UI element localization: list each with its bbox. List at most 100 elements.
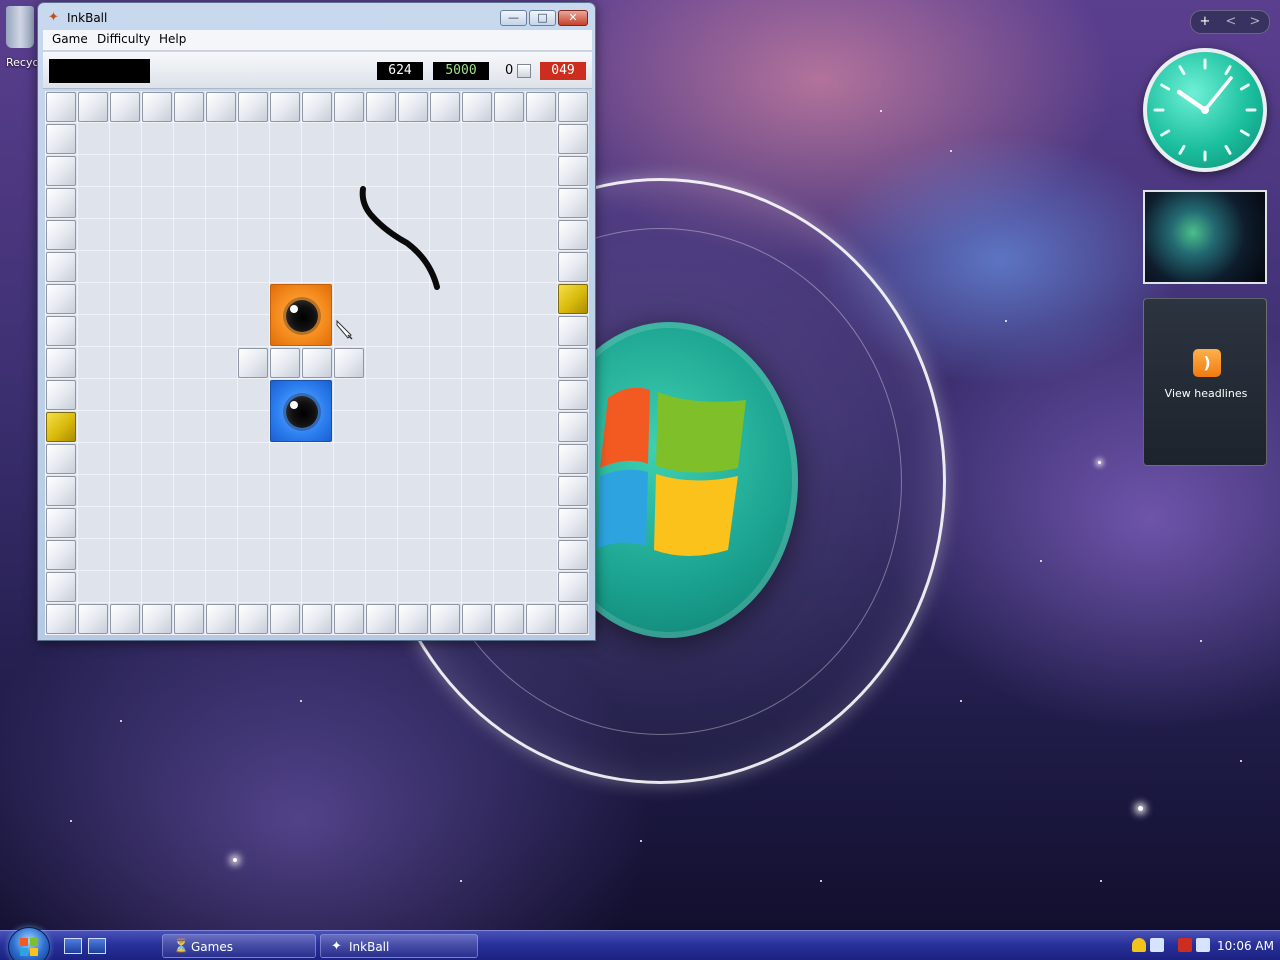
wall-tile bbox=[46, 252, 76, 282]
slideshow-gadget[interactable] bbox=[1143, 190, 1267, 284]
wall-tile bbox=[46, 284, 76, 314]
clock-gadget[interactable] bbox=[1143, 48, 1267, 172]
ball-queue-icon bbox=[517, 64, 531, 78]
menu-game[interactable]: Game bbox=[52, 32, 88, 46]
wall-tile bbox=[174, 92, 204, 122]
maximize-button[interactable]: □ bbox=[529, 10, 556, 26]
taskbar-item-label: InkBall bbox=[349, 940, 390, 954]
wall-tile bbox=[334, 92, 364, 122]
feed-headlines-gadget[interactable]: ) View headlines bbox=[1143, 298, 1267, 466]
show-desktop-icon[interactable] bbox=[64, 938, 82, 954]
wall-tile bbox=[494, 604, 524, 634]
wall-tile bbox=[558, 252, 588, 282]
star bbox=[1005, 320, 1007, 322]
add-gadget-button[interactable]: + bbox=[1193, 13, 1217, 31]
balls-remaining: 0 bbox=[505, 63, 514, 78]
wall-tile bbox=[334, 604, 364, 634]
star bbox=[1200, 640, 1202, 642]
wall-tile bbox=[238, 348, 268, 378]
recycle-bin-icon[interactable]: Recycle Bin bbox=[0, 2, 69, 72]
wall-tile bbox=[46, 188, 76, 218]
sidebar-controls: + < > bbox=[1190, 10, 1270, 34]
game-board[interactable] bbox=[45, 91, 589, 635]
view-headlines-label[interactable]: View headlines bbox=[1144, 387, 1268, 400]
wall-tile bbox=[46, 540, 76, 570]
wall-tile bbox=[206, 604, 236, 634]
wall-tile bbox=[46, 220, 76, 250]
taskbar-item-inkball[interactable]: ✦ InkBall bbox=[320, 934, 478, 958]
previous-gadget-page-button[interactable]: < bbox=[1219, 13, 1243, 31]
star bbox=[70, 820, 72, 822]
taskbar-clock[interactable]: 10:06 AM bbox=[1217, 939, 1274, 953]
wall-tile bbox=[78, 92, 108, 122]
wall-tile bbox=[46, 444, 76, 474]
wall-tile bbox=[46, 380, 76, 410]
wall-tile bbox=[558, 572, 588, 602]
wall-tile bbox=[46, 124, 76, 154]
score-bar: 624 5000 0 049 bbox=[43, 52, 592, 89]
system-tray: 10:06 AM bbox=[1124, 931, 1280, 960]
wall-tile bbox=[270, 348, 300, 378]
wall-tile bbox=[270, 92, 300, 122]
star bbox=[950, 150, 952, 152]
star bbox=[1240, 760, 1242, 762]
wall-tile bbox=[238, 604, 268, 634]
wall-tile bbox=[558, 380, 588, 410]
wall-tile bbox=[78, 604, 108, 634]
wall-tile bbox=[526, 604, 556, 634]
wall-tile bbox=[494, 92, 524, 122]
timer-display: 049 bbox=[540, 62, 586, 80]
wall-tile bbox=[302, 348, 332, 378]
star bbox=[960, 700, 962, 702]
taskbar-item-games[interactable]: ⏳ Games bbox=[162, 934, 316, 958]
switch-windows-icon[interactable] bbox=[88, 938, 106, 954]
wall-tile bbox=[110, 604, 140, 634]
network-icon[interactable] bbox=[1178, 938, 1192, 952]
next-gadget-page-button[interactable]: > bbox=[1243, 13, 1267, 31]
wall-tile bbox=[302, 604, 332, 634]
title-bar[interactable]: ✦ InkBall — □ ✕ bbox=[38, 3, 595, 31]
wall-tile bbox=[206, 92, 236, 122]
star bbox=[1098, 461, 1101, 464]
menu-bar: Game Difficulty Help bbox=[43, 30, 592, 51]
star bbox=[460, 880, 462, 882]
wall-tile bbox=[526, 92, 556, 122]
wall-tile bbox=[174, 604, 204, 634]
security-shield-icon[interactable] bbox=[1132, 938, 1146, 952]
ink-stroke bbox=[359, 186, 440, 290]
wall-tile bbox=[334, 348, 364, 378]
star bbox=[1100, 880, 1102, 882]
wall-tile bbox=[558, 316, 588, 346]
wall-tile bbox=[398, 604, 428, 634]
games-icon: ⏳ bbox=[173, 939, 190, 954]
wall-tile bbox=[558, 476, 588, 506]
windows-flag-logo bbox=[598, 387, 746, 556]
hole-glint bbox=[290, 401, 298, 409]
wall-tile bbox=[238, 92, 268, 122]
maximize-icon: □ bbox=[537, 11, 548, 24]
menu-difficulty[interactable]: Difficulty bbox=[97, 32, 151, 46]
wall-tile bbox=[558, 604, 588, 634]
inkball-app-icon: ✦ bbox=[48, 10, 59, 25]
star bbox=[233, 858, 237, 862]
wall-tile bbox=[366, 92, 396, 122]
wall-tile bbox=[46, 92, 76, 122]
minimize-button[interactable]: — bbox=[500, 10, 527, 26]
clock-face bbox=[1153, 58, 1257, 162]
wall-tile bbox=[46, 604, 76, 634]
wall-tile bbox=[558, 444, 588, 474]
wall-tile bbox=[430, 92, 460, 122]
wall-tile bbox=[558, 92, 588, 122]
close-button[interactable]: ✕ bbox=[558, 10, 588, 26]
score-display: 624 bbox=[377, 62, 423, 80]
taskbar: ⏳ Games ✦ InkBall 10:06 AM bbox=[0, 927, 1280, 960]
wall-tile bbox=[558, 188, 588, 218]
tray-window-icon[interactable] bbox=[1150, 938, 1164, 952]
start-button[interactable] bbox=[8, 927, 50, 960]
wall-tile bbox=[46, 348, 76, 378]
volume-icon[interactable] bbox=[1196, 938, 1210, 952]
menu-help[interactable]: Help bbox=[159, 32, 186, 46]
wall-tile bbox=[110, 92, 140, 122]
wall-tile bbox=[46, 508, 76, 538]
wall-tile bbox=[558, 220, 588, 250]
